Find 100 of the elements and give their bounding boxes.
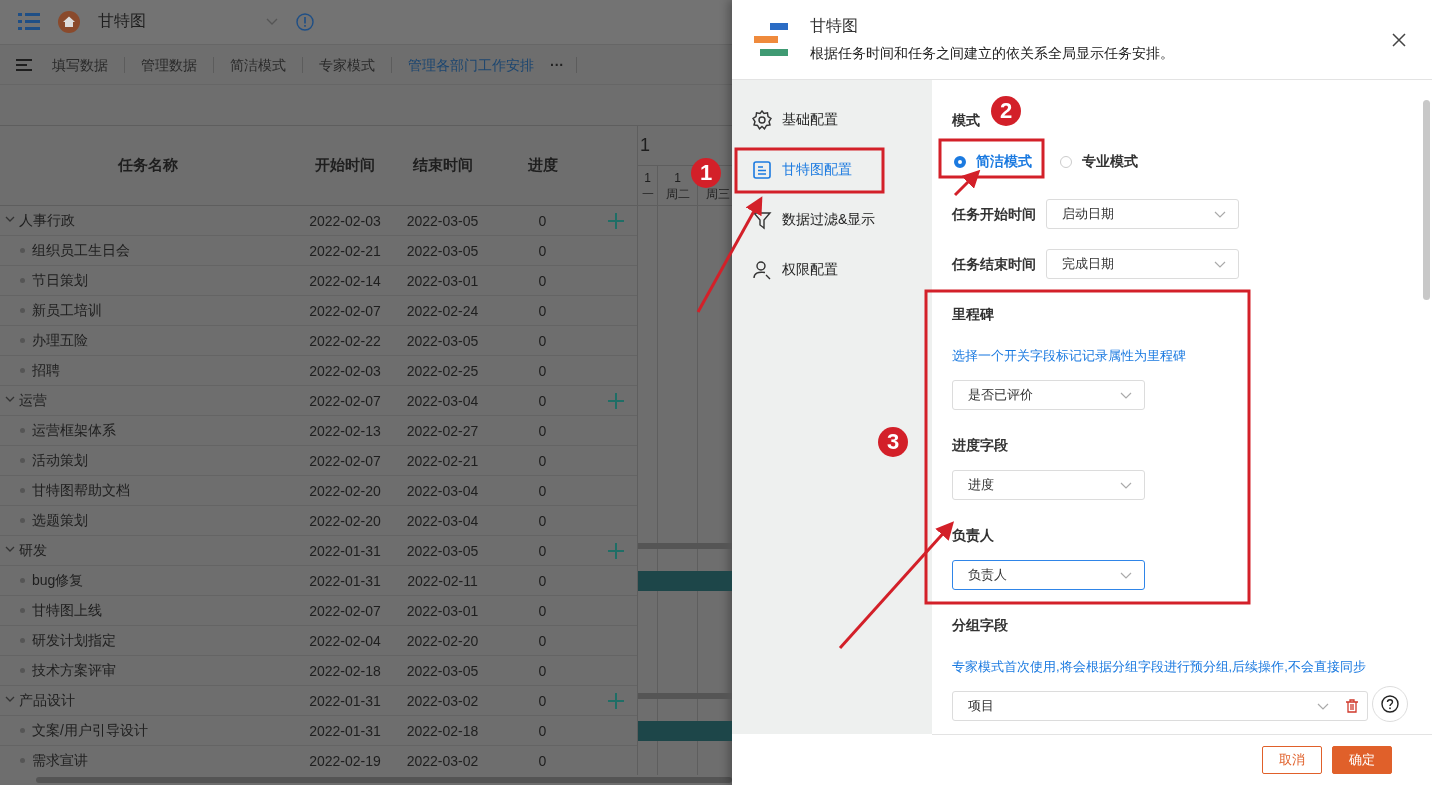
chevron-down-icon <box>1214 210 1226 218</box>
table-cell: 2022-02-20 <box>309 512 381 529</box>
info-icon[interactable] <box>296 12 314 31</box>
nav-item[interactable]: 数据过滤&显示 <box>732 198 932 242</box>
column-header: 结束时间 <box>411 156 474 176</box>
table-cell: 2022-03-02 <box>406 752 479 769</box>
table-cell: 2022-03-05 <box>406 542 479 559</box>
table-cell: 2022-02-13 <box>309 422 381 439</box>
table-cell: 2022-02-22 <box>309 332 381 349</box>
radio-option[interactable]: 简洁模式 <box>954 149 1032 175</box>
table-cell: 2022-02-25 <box>406 362 479 379</box>
bullet-icon <box>20 458 25 464</box>
table-cell: 2022-01-31 <box>309 572 381 589</box>
table-cell: 2022-03-02 <box>406 692 479 709</box>
task-name: 产品设计 <box>19 691 75 710</box>
document-icon <box>752 160 772 180</box>
drawer-title: 甘特图 <box>810 16 859 36</box>
task-name: 选题策划 <box>32 511 88 530</box>
select-field[interactable]: 是否已评价 <box>952 380 1145 410</box>
task-name: 需求宣讲 <box>32 751 88 770</box>
user-icon <box>752 260 772 280</box>
filter-icon <box>752 210 772 230</box>
home-icon[interactable] <box>58 10 80 33</box>
select-field[interactable]: 启动日期 <box>1046 199 1239 229</box>
nav-item[interactable]: 基础配置 <box>732 98 932 142</box>
field-label: 分组字段 <box>952 617 1008 633</box>
table-cell: 0 <box>538 482 547 499</box>
table-cell: 2022-03-01 <box>406 602 479 619</box>
bullet-icon <box>20 578 25 584</box>
chevron-down-icon <box>1120 481 1132 489</box>
table-cell: 2022-02-20 <box>406 632 479 649</box>
field-label: 任务结束时间 <box>952 255 1036 274</box>
table-cell: 2022-02-24 <box>406 302 479 319</box>
chevron-down-icon <box>1120 391 1132 399</box>
table-cell: 0 <box>538 272 547 289</box>
table-cell: 0 <box>538 752 547 769</box>
table-cell: 0 <box>538 662 547 679</box>
chevron-down-icon <box>1120 571 1132 579</box>
task-name: 节日策划 <box>32 271 88 290</box>
task-name: 技术方案评审 <box>32 661 116 680</box>
table-cell: 2022-02-03 <box>309 212 381 229</box>
confirm-button[interactable]: 确定 <box>1332 746 1392 774</box>
timeline-weekday: 一 <box>641 185 654 202</box>
table-cell: 0 <box>538 602 547 619</box>
bullet-icon <box>20 308 25 314</box>
menu-icon[interactable] <box>16 58 32 71</box>
table-cell: 2022-02-27 <box>406 422 479 439</box>
table-cell: 0 <box>538 392 547 409</box>
chevron-down-icon[interactable] <box>266 18 278 26</box>
select-field[interactable]: 进度 <box>952 470 1145 500</box>
bullet-icon <box>20 638 25 644</box>
table-cell: 0 <box>538 632 547 649</box>
drawer-description: 根据任务时间和任务之间建立的依关系全局显示任务安排。 <box>810 45 1175 63</box>
table-cell: 0 <box>538 512 547 529</box>
radio-option[interactable]: 专业模式 <box>1060 149 1138 175</box>
table-cell: 2022-02-07 <box>309 452 381 469</box>
table-cell: 2022-01-31 <box>309 722 381 739</box>
select-field[interactable]: 项目 <box>952 691 1368 721</box>
task-name: 文案/用户引导设计 <box>32 721 148 740</box>
nav-item[interactable]: 权限配置 <box>732 248 932 292</box>
task-name: 招聘 <box>32 361 60 380</box>
nav-item[interactable]: 甘特图配置 <box>732 148 932 192</box>
task-name: 甘特图上线 <box>32 601 102 620</box>
bullet-icon <box>20 728 25 734</box>
gantt-logo-icon <box>754 23 788 56</box>
select-field[interactable]: 负责人 <box>952 560 1145 590</box>
select-field[interactable]: 完成日期 <box>1046 249 1239 279</box>
table-cell: 2022-03-05 <box>406 332 479 349</box>
table-cell: 2022-01-31 <box>309 542 381 559</box>
timeline-month: 1 <box>640 135 650 157</box>
task-name: 办理五险 <box>32 331 88 350</box>
cancel-button[interactable]: 取消 <box>1262 746 1322 774</box>
table-cell: 0 <box>538 692 547 709</box>
table-cell: 0 <box>538 542 547 559</box>
table-cell: 2022-01-31 <box>309 692 381 709</box>
task-name: 运营框架体系 <box>32 421 116 440</box>
scrollbar[interactable] <box>1423 100 1430 300</box>
bullet-icon <box>20 428 25 434</box>
table-cell: 2022-03-05 <box>406 662 479 679</box>
help-icon[interactable] <box>1381 695 1399 713</box>
column-header: 任务名称 <box>116 156 179 176</box>
table-cell: 0 <box>538 242 547 259</box>
timeline-weekday: 周三 <box>705 185 730 202</box>
field-label: 里程碑 <box>952 306 994 322</box>
trash-icon[interactable] <box>1345 699 1359 713</box>
bullet-icon <box>20 338 25 344</box>
table-cell: 0 <box>538 452 547 469</box>
field-label: 负责人 <box>952 527 994 543</box>
task-name: 运营 <box>19 391 47 410</box>
task-name: 研发计划指定 <box>32 631 116 650</box>
table-cell: 2022-02-14 <box>309 272 381 289</box>
table-cell: 2022-02-18 <box>309 662 381 679</box>
chevron-down-icon <box>1214 260 1226 268</box>
table-cell: 2022-03-04 <box>406 482 479 499</box>
help-button[interactable] <box>1372 686 1408 722</box>
task-name: 人事行政 <box>19 211 75 230</box>
task-name: bug修复 <box>32 571 84 590</box>
task-name: 活动策划 <box>32 451 88 470</box>
menu-icon[interactable] <box>18 11 40 33</box>
gear-icon <box>752 110 772 130</box>
